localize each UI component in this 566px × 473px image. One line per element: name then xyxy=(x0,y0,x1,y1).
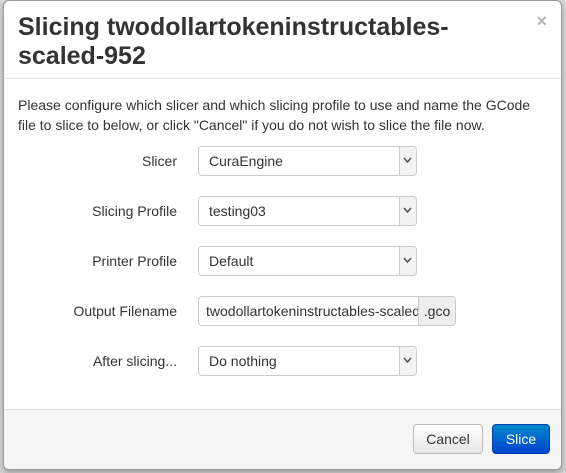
slicing-profile-select[interactable]: testing03 xyxy=(198,196,417,226)
printer-profile-select[interactable]: Default xyxy=(198,246,417,276)
dialog-body: Please configure which slicer and which … xyxy=(4,79,561,409)
after-slicing-label: After slicing... xyxy=(92,353,177,369)
printer-profile-row: Printer Profile Default xyxy=(4,246,561,276)
slicing-profile-label: Slicing Profile xyxy=(92,203,177,219)
dialog-footer: Cancel Slice xyxy=(4,409,561,469)
output-filename-input[interactable]: twodollartokeninstructables-scaled-952 xyxy=(198,296,418,326)
slicer-row: Slicer CuraEngine xyxy=(4,146,561,176)
file-extension-addon: .gco xyxy=(418,296,456,326)
slicing-profile-row: Slicing Profile testing03 xyxy=(4,196,561,226)
printer-profile-value: Default xyxy=(209,253,254,269)
close-icon[interactable]: × xyxy=(536,11,547,31)
slicer-label: Slicer xyxy=(141,153,177,169)
dialog-title: Slicing twodollartokeninstructables-scal… xyxy=(18,13,449,70)
cancel-button[interactable]: Cancel xyxy=(413,424,483,454)
output-filename-row: Output Filename twodollartokeninstructab… xyxy=(4,296,561,326)
slicing-dialog: Slicing twodollartokeninstructables-scal… xyxy=(3,0,562,470)
output-filename-label: Output Filename xyxy=(73,303,178,319)
chevron-down-icon xyxy=(399,197,416,225)
slicer-select[interactable]: CuraEngine xyxy=(198,146,417,176)
after-slicing-select[interactable]: Do nothing xyxy=(198,346,417,376)
after-slicing-row: After slicing... Do nothing xyxy=(4,346,561,376)
printer-profile-label: Printer Profile xyxy=(92,253,177,269)
dialog-header: Slicing twodollartokeninstructables-scal… xyxy=(4,1,561,79)
after-slicing-value: Do nothing xyxy=(209,353,277,369)
intro-text: Please configure which slicer and which … xyxy=(18,97,531,133)
slicing-profile-value: testing03 xyxy=(209,203,266,219)
chevron-down-icon xyxy=(399,347,416,375)
chevron-down-icon xyxy=(399,247,416,275)
slicer-value: CuraEngine xyxy=(209,153,283,169)
chevron-down-icon xyxy=(399,147,416,175)
slice-button[interactable]: Slice xyxy=(492,424,550,454)
output-filename-value: twodollartokeninstructables-scaled-952 xyxy=(206,303,418,319)
